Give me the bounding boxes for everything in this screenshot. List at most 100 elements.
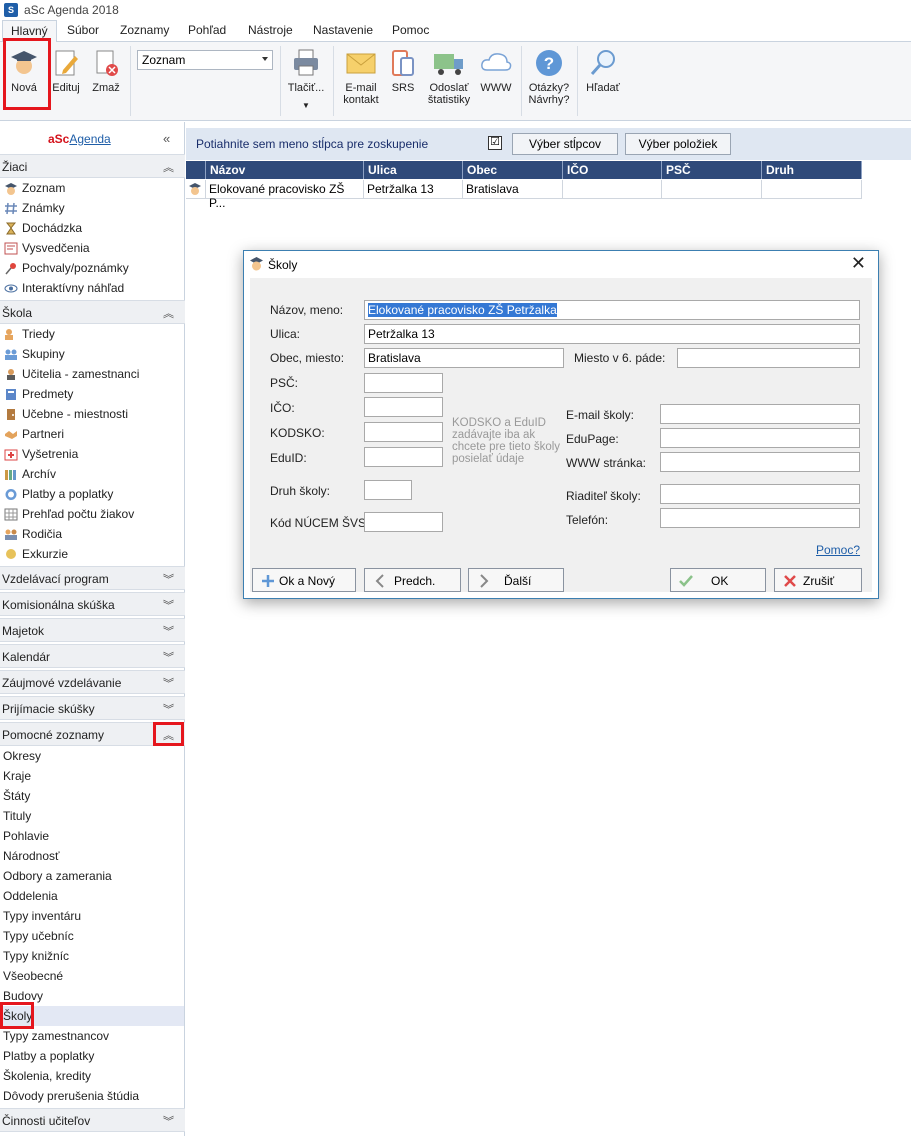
- sidebar-item-dochadzka[interactable]: Dochádzka: [0, 218, 184, 238]
- cell-ico[interactable]: [563, 180, 662, 199]
- menu-pomoc[interactable]: Pomoc: [392, 23, 429, 37]
- psc-field[interactable]: [364, 373, 443, 393]
- section-zaujmove[interactable]: Záujmové vzdelávanie ︾: [0, 670, 185, 694]
- hladat-button[interactable]: Hľadať: [584, 48, 622, 94]
- sidebar-item-vysetrenia[interactable]: Vyšetrenia: [0, 444, 184, 464]
- ulica-field[interactable]: Petržalka 13: [364, 324, 860, 344]
- www-button[interactable]: WWW: [478, 48, 514, 94]
- sidebar-item-typy-ucebnic[interactable]: Typy učebníc: [0, 926, 184, 946]
- sidebar-item-rodicia[interactable]: Rodičia: [0, 524, 184, 544]
- sidebar-item-vseobecne[interactable]: Všeobecné: [0, 966, 184, 986]
- cancel-button[interactable]: Zrušiť: [774, 568, 862, 592]
- sidebar-item-kraje[interactable]: Kraje: [0, 766, 184, 786]
- next-button[interactable]: Ďalší: [468, 568, 564, 592]
- app-logo[interactable]: aScAgenda: [48, 132, 111, 146]
- sidebar-item-pochvaly[interactable]: Pochvaly/poznámky: [0, 258, 184, 278]
- sidebar-item-pohlavie[interactable]: Pohlavie: [0, 826, 184, 846]
- nazov-field[interactable]: Elokované pracovisko ZŠ Petržalka: [364, 300, 860, 320]
- col-header-ico[interactable]: IČO: [563, 161, 662, 179]
- sidebar-item-odbory[interactable]: Odbory a zamerania: [0, 866, 184, 886]
- checkbox-toggle[interactable]: ☑: [488, 136, 502, 150]
- section-skola[interactable]: Škola ︽: [0, 300, 185, 324]
- edupage-field[interactable]: [660, 428, 860, 448]
- sidebar-item-triedy[interactable]: Triedy: [0, 324, 184, 344]
- www-field[interactable]: [660, 452, 860, 472]
- sidebar-item-znamky[interactable]: Známky: [0, 198, 184, 218]
- sidebar-item-interaktivny[interactable]: Interaktívny náhľad: [0, 278, 184, 298]
- sidebar-item-skupiny[interactable]: Skupiny: [0, 344, 184, 364]
- telefon-field[interactable]: [660, 508, 860, 528]
- sidebar-item-narodnost[interactable]: Národnosť: [0, 846, 184, 866]
- sidebar-item-okresy[interactable]: Okresy: [0, 746, 184, 766]
- section-cinnosti-ucitelov[interactable]: Činnosti učiteľov ︾: [0, 1108, 185, 1132]
- kod-nucem-field[interactable]: [364, 512, 443, 532]
- zmaz-button[interactable]: Zmaž: [90, 48, 122, 94]
- cell-nazov[interactable]: Elokované pracovisko ZŠ P...: [206, 180, 364, 210]
- section-majetok[interactable]: Majetok ︾: [0, 618, 185, 642]
- sidebar-item-vysvedcenia[interactable]: Vysvedčenia: [0, 238, 184, 258]
- sidebar-item-typy-kniznic[interactable]: Typy knižníc: [0, 946, 184, 966]
- sidebar-item-oddelenia[interactable]: Oddelenia: [0, 886, 184, 906]
- otazky-navrhy-button[interactable]: ? Otázky? Návrhy?: [526, 48, 572, 106]
- sidebar-item-exkurzie[interactable]: Exkurzie: [0, 544, 184, 564]
- ico-field[interactable]: [364, 397, 443, 417]
- odoslat-statistiky-button[interactable]: Odoslať štatistiky: [426, 48, 472, 106]
- close-icon[interactable]: ✕: [851, 253, 866, 274]
- sidebar-item-ucitelia[interactable]: Učitelia - zamestnanci: [0, 364, 184, 384]
- sidebar-item-predmety[interactable]: Predmety: [0, 384, 184, 404]
- collapse-sidebar-icon[interactable]: «: [163, 131, 170, 146]
- select-columns-button[interactable]: Výber stĺpcov: [512, 133, 618, 155]
- riaditel-field[interactable]: [660, 484, 860, 504]
- cell-psc[interactable]: [662, 180, 762, 199]
- col-header-obec[interactable]: Obec: [463, 161, 563, 179]
- menu-nastavenie[interactable]: Nastavenie: [313, 23, 373, 37]
- ok-new-button[interactable]: Ok a Nový: [252, 568, 356, 592]
- email-kontakt-button[interactable]: E-mail kontakt: [340, 48, 382, 106]
- kodsko-field[interactable]: [364, 422, 443, 442]
- select-items-button[interactable]: Výber položiek: [625, 133, 731, 155]
- eduid-field[interactable]: [364, 447, 443, 467]
- sidebar-item-zoznam[interactable]: Zoznam: [0, 178, 184, 198]
- section-kalendar[interactable]: Kalendár ︾: [0, 644, 185, 668]
- col-header-nazov[interactable]: Názov: [206, 161, 364, 179]
- druh-field[interactable]: [364, 480, 412, 500]
- edituj-button[interactable]: Edituj: [50, 48, 82, 94]
- sidebar-item-archiv[interactable]: Archív: [0, 464, 184, 484]
- col-header-druh[interactable]: Druh: [762, 161, 862, 179]
- section-prijimacie[interactable]: Prijímacie skúšky ︾: [0, 696, 185, 720]
- group-by-bar[interactable]: Potiahnite sem meno stĺpca pre zoskupeni…: [186, 128, 911, 160]
- menu-pohlad[interactable]: Pohľad: [188, 23, 226, 37]
- sidebar-item-prehlad[interactable]: Prehľad počtu žiakov: [0, 504, 184, 524]
- help-link[interactable]: Pomoc?: [816, 543, 860, 557]
- section-vzdelavaci-program[interactable]: Vzdelávací program ︾: [0, 566, 185, 590]
- miesto6-field[interactable]: [677, 348, 860, 368]
- sidebar-item-tituly[interactable]: Tituly: [0, 806, 184, 826]
- view-combo[interactable]: Zoznam: [137, 50, 273, 70]
- ok-button[interactable]: OK: [670, 568, 766, 592]
- sidebar-item-skolenia[interactable]: Školenia, kredity: [0, 1066, 184, 1086]
- section-ziaci[interactable]: Žiaci ︽: [0, 154, 185, 178]
- cell-ulica[interactable]: Petržalka 13: [364, 180, 463, 199]
- sidebar-item-typy-inventaru[interactable]: Typy inventáru: [0, 906, 184, 926]
- tlacit-button[interactable]: Tlačiť... ▼: [286, 48, 326, 112]
- obec-field[interactable]: Bratislava: [364, 348, 564, 368]
- envelope-icon: [346, 53, 376, 74]
- sidebar-item-staty[interactable]: Štáty: [0, 786, 184, 806]
- srs-button[interactable]: SRS: [388, 48, 418, 94]
- menu-nastroje[interactable]: Nástroje: [248, 23, 293, 37]
- cell-obec[interactable]: Bratislava: [463, 180, 563, 199]
- sidebar-item-dovody[interactable]: Dôvody prerušenia štúdia: [0, 1086, 184, 1106]
- cell-druh[interactable]: [762, 180, 862, 199]
- sidebar-item-partneri[interactable]: Partneri: [0, 424, 184, 444]
- col-header-psc[interactable]: PSČ: [662, 161, 762, 179]
- sidebar-item-ucebne[interactable]: Učebne - miestnosti: [0, 404, 184, 424]
- email-field[interactable]: [660, 404, 860, 424]
- menu-zoznamy[interactable]: Zoznamy: [120, 23, 169, 37]
- sidebar-item-typy-zamestnancov[interactable]: Typy zamestnancov: [0, 1026, 184, 1046]
- prev-button[interactable]: Predch.: [364, 568, 461, 592]
- col-header-ulica[interactable]: Ulica: [364, 161, 463, 179]
- menu-subor[interactable]: Súbor: [67, 23, 99, 37]
- section-komisionalna[interactable]: Komisionálna skúška ︾: [0, 592, 185, 616]
- sidebar-item-platby-poplatky[interactable]: Platby a poplatky: [0, 1046, 184, 1066]
- sidebar-item-platby[interactable]: Platby a poplatky: [0, 484, 184, 504]
